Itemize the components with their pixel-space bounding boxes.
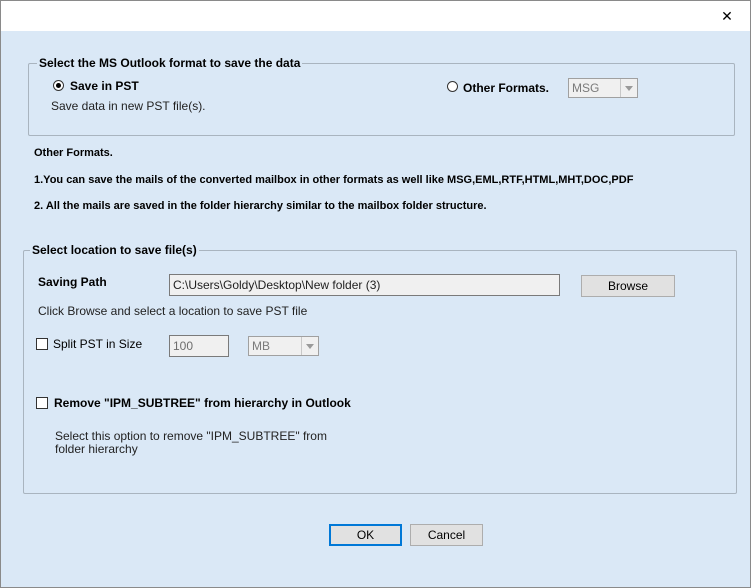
- other-formats-heading: Other Formats.: [34, 147, 113, 159]
- remove-ipm-subtree-label[interactable]: Remove "IPM_SUBTREE" from hierarchy in O…: [54, 396, 351, 410]
- save-in-pst-label[interactable]: Save in PST: [70, 79, 139, 93]
- format-select[interactable]: MSG: [568, 78, 638, 98]
- save-options-dialog: ✕ Select the MS Outlook format to save t…: [0, 0, 751, 588]
- chevron-down-icon: [620, 79, 637, 97]
- browse-hint: Click Browse and select a location to sa…: [38, 304, 308, 318]
- save-in-pst-description: Save data in new PST file(s).: [51, 99, 206, 113]
- remove-ipm-subtree-desc-1: Select this option to remove "IPM_SUBTRE…: [55, 429, 327, 443]
- saving-path-input[interactable]: C:\Users\Goldy\Desktop\New folder (3): [169, 274, 560, 296]
- close-button[interactable]: ✕: [704, 1, 750, 31]
- remove-ipm-subtree-desc-2: folder hierarchy: [55, 442, 138, 456]
- format-group-title: Select the MS Outlook format to save the…: [37, 56, 303, 70]
- split-unit-value: MB: [252, 339, 270, 353]
- title-bar: ✕: [1, 1, 750, 31]
- save-in-pst-radio[interactable]: [53, 80, 64, 91]
- info-line-2: 2. All the mails are saved in the folder…: [34, 200, 487, 212]
- split-size-input[interactable]: 100: [169, 335, 229, 357]
- ok-button[interactable]: OK: [329, 524, 402, 546]
- cancel-button[interactable]: Cancel: [410, 524, 483, 546]
- split-pst-checkbox[interactable]: [36, 338, 48, 350]
- close-icon: ✕: [721, 7, 733, 24]
- other-formats-radio[interactable]: [447, 81, 458, 92]
- location-group-title: Select location to save file(s): [30, 243, 199, 257]
- format-select-value: MSG: [572, 81, 600, 95]
- remove-ipm-subtree-checkbox[interactable]: [36, 397, 48, 409]
- split-unit-select[interactable]: MB: [248, 336, 319, 356]
- browse-button[interactable]: Browse: [581, 275, 675, 297]
- chevron-down-icon: [301, 337, 318, 355]
- split-pst-label[interactable]: Split PST in Size: [53, 337, 142, 351]
- info-line-1: 1.You can save the mails of the converte…: [34, 174, 634, 186]
- other-formats-label[interactable]: Other Formats.: [463, 81, 549, 95]
- saving-path-label: Saving Path: [38, 275, 107, 289]
